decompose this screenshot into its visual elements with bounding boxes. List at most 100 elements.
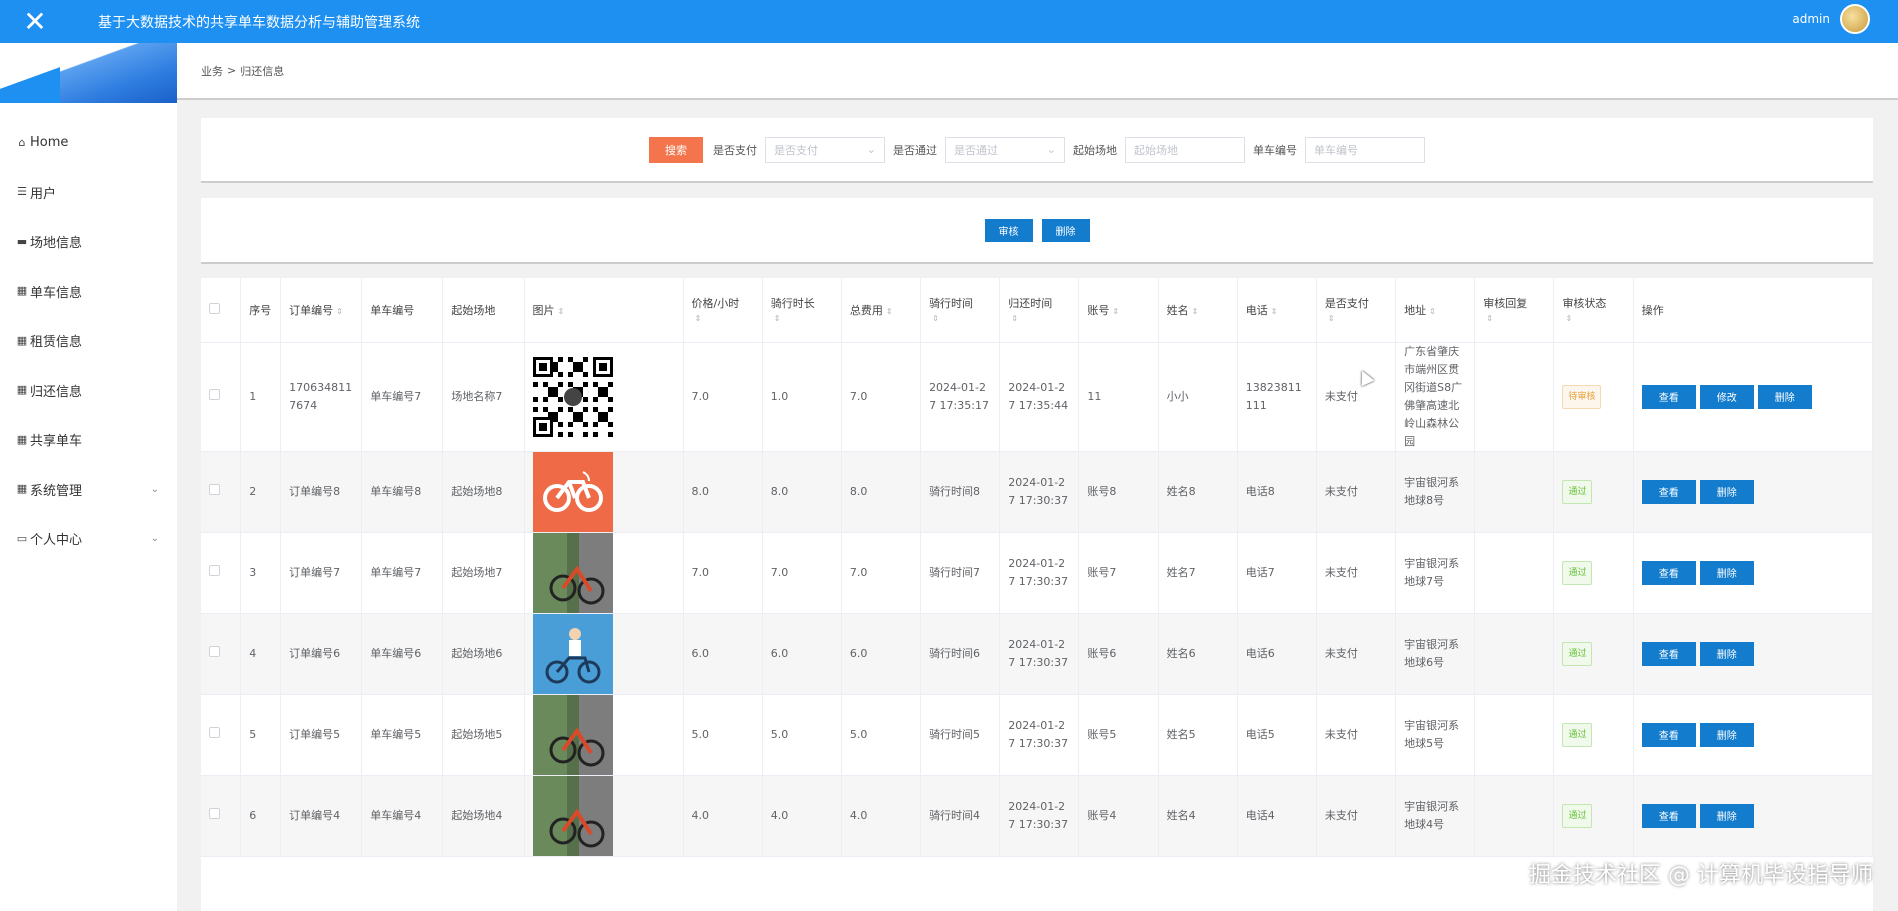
bike-logo-image[interactable]	[532, 451, 613, 532]
rider-illustration-image[interactable]	[532, 613, 613, 694]
cell-text: 5.0	[770, 727, 789, 741]
column-header[interactable]: 骑行时长 ⇕	[762, 278, 842, 343]
sidebar-item-1[interactable]: ☰ 用户	[0, 168, 177, 218]
cell-text: 宇宙银河系地球5号	[1404, 718, 1460, 750]
cell-ops: 查看 删除	[1633, 451, 1873, 533]
delete-button[interactable]: 删除	[1757, 384, 1812, 409]
sort-icon[interactable]: ⇕	[1011, 314, 1018, 323]
column-header[interactable]: 地址 ⇕	[1395, 278, 1476, 343]
folder-icon: ▭	[16, 531, 28, 545]
bike-input[interactable]: 单车编号	[1305, 136, 1425, 163]
column-header[interactable]: 归还时间 ⇕	[999, 278, 1080, 343]
select-all-checkbox[interactable]	[209, 302, 220, 314]
sidebar-item-5[interactable]: ▦ 归还信息	[0, 366, 177, 416]
column-header-label: 序号	[249, 303, 272, 317]
delete-button[interactable]: 删除	[1699, 641, 1754, 666]
view-button[interactable]: 查看	[1641, 722, 1696, 747]
cell-ride_time: 骑行时间7	[920, 532, 1001, 614]
column-header[interactable]: 审核回复 ⇕	[1474, 278, 1555, 343]
user-menu[interactable]: admin	[1792, 4, 1870, 34]
sort-icon[interactable]: ⇕	[1565, 314, 1572, 323]
cell-text: 3	[249, 565, 257, 579]
sort-icon[interactable]: ⇕	[1429, 307, 1436, 316]
view-button[interactable]: 查看	[1641, 803, 1696, 828]
table-row[interactable]: 1 1706348117674 单车编号7 场地名称7 7.0 1.0 7.0 2024-01…	[201, 342, 1873, 452]
sort-icon[interactable]: ⇕	[1271, 307, 1278, 316]
avatar[interactable]	[1840, 4, 1870, 34]
bike-photo-image[interactable]	[532, 694, 613, 775]
row-checkbox[interactable]	[209, 564, 220, 576]
column-header[interactable]: 姓名 ⇕	[1158, 278, 1238, 343]
paid-select[interactable]: 是否支付 ⌄	[765, 136, 885, 163]
column-header[interactable]: 总费用 ⇕	[841, 278, 922, 343]
pass-select[interactable]: 是否通过 ⌄	[945, 136, 1065, 163]
sidebar-item-8[interactable]: ▭ 个人中心 ⌄	[0, 514, 177, 564]
table-row[interactable]: 4 订单编号6 单车编号6 起始场地6 6.0 6.0 6.0 骑行时间6 2024-01-27…	[201, 613, 1873, 695]
sidebar-item-6[interactable]: ▦ 共享单车	[0, 415, 177, 465]
column-header[interactable]: 电话 ⇕	[1237, 278, 1317, 343]
table-row[interactable]: 5 订单编号5 单车编号5 起始场地5 5.0 5.0 5.0 骑行时间5 2024-01-27…	[201, 694, 1873, 776]
table-row[interactable]: 2 订单编号8 单车编号8 起始场地8 8.0 8.0 8.0 骑行时间8 2024-01-27…	[201, 451, 1873, 533]
sidebar-item-7[interactable]: ▦ 系统管理 ⌄	[0, 465, 177, 515]
column-header[interactable]: 订单编号 ⇕	[280, 278, 363, 343]
row-actions: 查看 删除	[1641, 560, 1864, 585]
view-button[interactable]: 查看	[1641, 479, 1696, 504]
close-icon[interactable]: ✕	[0, 0, 70, 43]
sidebar-item-3[interactable]: ▦ 单车信息	[0, 267, 177, 317]
breadcrumb-root[interactable]: 业务	[201, 63, 223, 79]
view-button[interactable]: 查看	[1641, 560, 1696, 585]
view-button[interactable]: 查看	[1641, 641, 1696, 666]
cell-text: 宇宙银河系地球4号	[1404, 799, 1460, 831]
cell-text: 单车编号7	[370, 565, 422, 579]
column-header[interactable]: 是否支付 ⇕	[1316, 278, 1397, 343]
qr-code-image[interactable]	[532, 356, 613, 437]
column-header[interactable]: 账号 ⇕	[1078, 278, 1159, 343]
cell-price: 5.0	[683, 694, 763, 776]
view-button[interactable]: 查看	[1641, 384, 1696, 409]
sort-icon[interactable]: ⇕	[558, 307, 565, 316]
row-checkbox[interactable]	[209, 726, 220, 738]
delete-button[interactable]: 删除	[1699, 722, 1754, 747]
cell-text: 2024-01-27 17:35:44	[1008, 380, 1069, 412]
sort-icon[interactable]: ⇕	[1192, 307, 1199, 316]
row-checkbox[interactable]	[209, 388, 220, 400]
audit-button[interactable]: 审核	[984, 218, 1033, 242]
table-row[interactable]: 3 订单编号7 单车编号7 起始场地7 7.0 7.0 7.0 骑行时间7 2024-01-27…	[201, 532, 1873, 614]
sidebar-item-label: 个人中心	[30, 533, 83, 549]
search-button[interactable]: 搜索	[649, 136, 703, 163]
sort-icon[interactable]: ⇕	[695, 314, 702, 323]
column-header[interactable]: 图片 ⇕	[524, 278, 684, 343]
table-row[interactable]: 6 订单编号4 单车编号4 起始场地4 4.0 4.0 4.0 骑行时间4 2024-01-27…	[201, 775, 1873, 857]
column-header[interactable]: 价格/小时 ⇕	[683, 278, 763, 343]
column-header[interactable]: 骑行时间 ⇕	[920, 278, 1001, 343]
sort-icon[interactable]: ⇕	[336, 307, 343, 316]
delete-button[interactable]: 删除	[1699, 803, 1754, 828]
sort-icon[interactable]: ⇕	[774, 314, 781, 323]
row-checkbox[interactable]	[209, 645, 220, 657]
cell-order: 订单编号7	[280, 532, 363, 614]
sort-icon[interactable]: ⇕	[1328, 314, 1335, 323]
row-checkbox[interactable]	[209, 483, 220, 495]
site-input[interactable]: 起始场地	[1125, 136, 1245, 163]
sidebar-item-2[interactable]: ▬ 场地信息	[0, 217, 177, 267]
sort-icon[interactable]: ⇕	[1486, 314, 1493, 323]
sort-icon[interactable]: ⇕	[1112, 307, 1119, 316]
edit-button[interactable]: 修改	[1699, 384, 1754, 409]
sort-icon[interactable]: ⇕	[886, 307, 893, 316]
cell-text: 姓名6	[1166, 646, 1196, 660]
cell-account: 账号6	[1078, 613, 1159, 695]
sidebar-item-4[interactable]: ▦ 租赁信息	[0, 316, 177, 366]
cell-name: 姓名8	[1158, 451, 1238, 533]
delete-button[interactable]: 删除	[1041, 218, 1090, 242]
delete-button[interactable]: 删除	[1699, 479, 1754, 504]
delete-button[interactable]: 删除	[1699, 560, 1754, 585]
action-panel: 审核 删除	[201, 198, 1873, 264]
bike-photo-image[interactable]	[532, 775, 613, 856]
cell-no: 2	[240, 451, 282, 533]
sort-icon[interactable]: ⇕	[932, 314, 939, 323]
sidebar-item-label: 系统管理	[30, 483, 83, 499]
sidebar-item-0[interactable]: ⌂ Home	[0, 118, 177, 168]
column-header[interactable]: 审核状态 ⇕	[1553, 278, 1634, 343]
bike-photo-image[interactable]	[532, 532, 613, 613]
row-checkbox[interactable]	[209, 807, 220, 819]
